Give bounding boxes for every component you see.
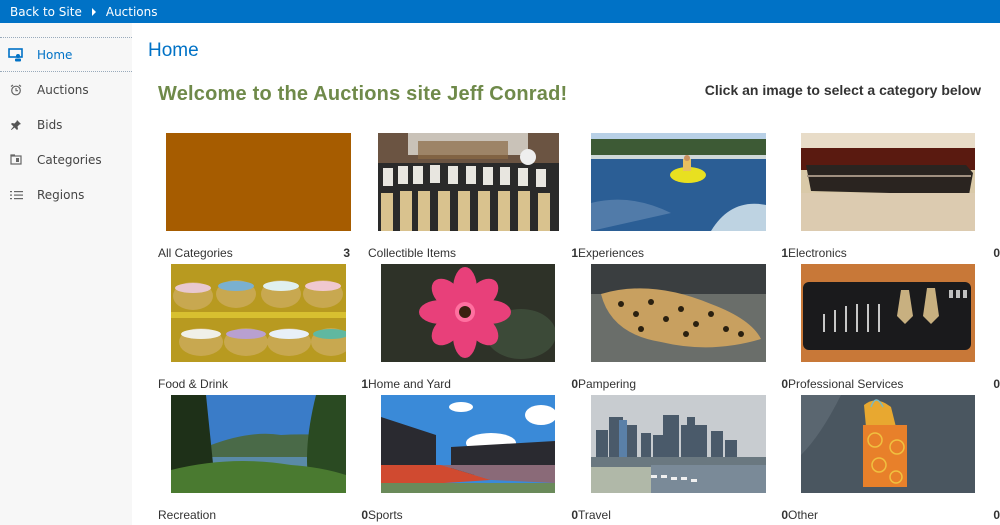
- category-label[interactable]: Experiences: [578, 246, 644, 260]
- category-count: 0: [361, 508, 368, 522]
- instruction-text: Click an image to select a category belo…: [704, 82, 981, 98]
- page-title: Home: [148, 40, 199, 61]
- sidebar-item-auctions[interactable]: Auctions: [0, 72, 132, 107]
- category-count: 0: [571, 377, 578, 391]
- alarm-clock-icon: [8, 82, 24, 98]
- category-count: 3: [343, 246, 350, 260]
- folder-icon: [8, 152, 24, 168]
- sidebar-item-label: Bids: [37, 117, 63, 132]
- category-tile-experiences: Experiences 1: [578, 133, 788, 264]
- category-tile-all-categories: All Categories 3: [158, 133, 368, 264]
- home-monitor-icon: [8, 47, 24, 63]
- category-label[interactable]: Sports: [368, 508, 403, 522]
- back-to-site-link[interactable]: Back to Site: [0, 5, 82, 19]
- category-count: 1: [571, 246, 578, 260]
- sidebar-item-label: Categories: [37, 152, 102, 167]
- category-label[interactable]: Other: [788, 508, 818, 522]
- category-image-all-categories[interactable]: [166, 133, 351, 231]
- sidebar: Home Auctions Bids Categories Regions: [0, 23, 132, 525]
- category-label[interactable]: Pampering: [578, 377, 636, 391]
- category-tile-recreation: Recreation 0: [158, 395, 368, 525]
- category-tile-food-drink: Food & Drink 1: [158, 264, 368, 395]
- sidebar-item-bids[interactable]: Bids: [0, 107, 132, 142]
- category-label[interactable]: Travel: [578, 508, 611, 522]
- category-tile-professional-services: Professional Services 0: [788, 264, 1000, 395]
- category-tile-sports: Sports 0: [368, 395, 578, 525]
- breadcrumb-current[interactable]: Auctions: [106, 5, 158, 19]
- category-label[interactable]: Collectible Items: [368, 246, 456, 260]
- candy-baskets-photo[interactable]: [171, 264, 346, 362]
- welcome-heading: Welcome to the Auctions site Jeff Conrad…: [158, 83, 568, 105]
- category-count: 1: [361, 377, 368, 391]
- jaguar-photo[interactable]: [591, 264, 766, 362]
- tool-kit-photo[interactable]: [801, 264, 975, 362]
- category-tile-collectible-items: Collectible Items 1: [368, 133, 578, 264]
- breadcrumb-arrow-icon: [91, 7, 96, 16]
- category-count: 0: [993, 508, 1000, 522]
- category-count: 0: [993, 377, 1000, 391]
- lego-minifigures-photo[interactable]: [378, 133, 559, 231]
- category-label[interactable]: Professional Services: [788, 377, 903, 391]
- category-tile-pampering: Pampering 0: [578, 264, 788, 395]
- mountain-lake-photo[interactable]: [171, 395, 346, 493]
- list-icon: [8, 187, 24, 203]
- category-count: 0: [781, 377, 788, 391]
- category-label[interactable]: Home and Yard: [368, 377, 451, 391]
- sidebar-item-label: Home: [37, 47, 73, 62]
- category-tile-travel: Travel 0: [578, 395, 788, 525]
- sidebar-item-home[interactable]: Home: [0, 37, 132, 72]
- water-tubing-photo[interactable]: [591, 133, 766, 231]
- category-label[interactable]: Electronics: [788, 246, 847, 260]
- sidebar-item-label: Regions: [37, 187, 85, 202]
- pushpin-icon: [8, 117, 24, 133]
- sidebar-item-regions[interactable]: Regions: [0, 177, 132, 212]
- sidebar-item-label: Auctions: [37, 82, 89, 97]
- category-tile-other: Other 0: [788, 395, 1000, 525]
- category-label[interactable]: Food & Drink: [158, 377, 228, 391]
- category-count: 1: [781, 246, 788, 260]
- category-label[interactable]: Recreation: [158, 508, 216, 522]
- category-tile-home-and-yard: Home and Yard 0: [368, 264, 578, 395]
- category-count: 0: [993, 246, 1000, 260]
- sidebar-item-categories[interactable]: Categories: [0, 142, 132, 177]
- laptop-photo[interactable]: [801, 133, 975, 231]
- category-label[interactable]: All Categories: [158, 246, 233, 260]
- top-bar: Back to Site Auctions: [0, 0, 1000, 23]
- category-count: 0: [571, 508, 578, 522]
- city-skyline-photo[interactable]: [591, 395, 766, 493]
- gift-bag-photo[interactable]: [801, 395, 975, 493]
- category-tile-electronics: Electronics 0: [788, 133, 1000, 264]
- stadium-photo[interactable]: [381, 395, 555, 493]
- pink-dahlia-photo[interactable]: [381, 264, 555, 362]
- category-count: 0: [781, 508, 788, 522]
